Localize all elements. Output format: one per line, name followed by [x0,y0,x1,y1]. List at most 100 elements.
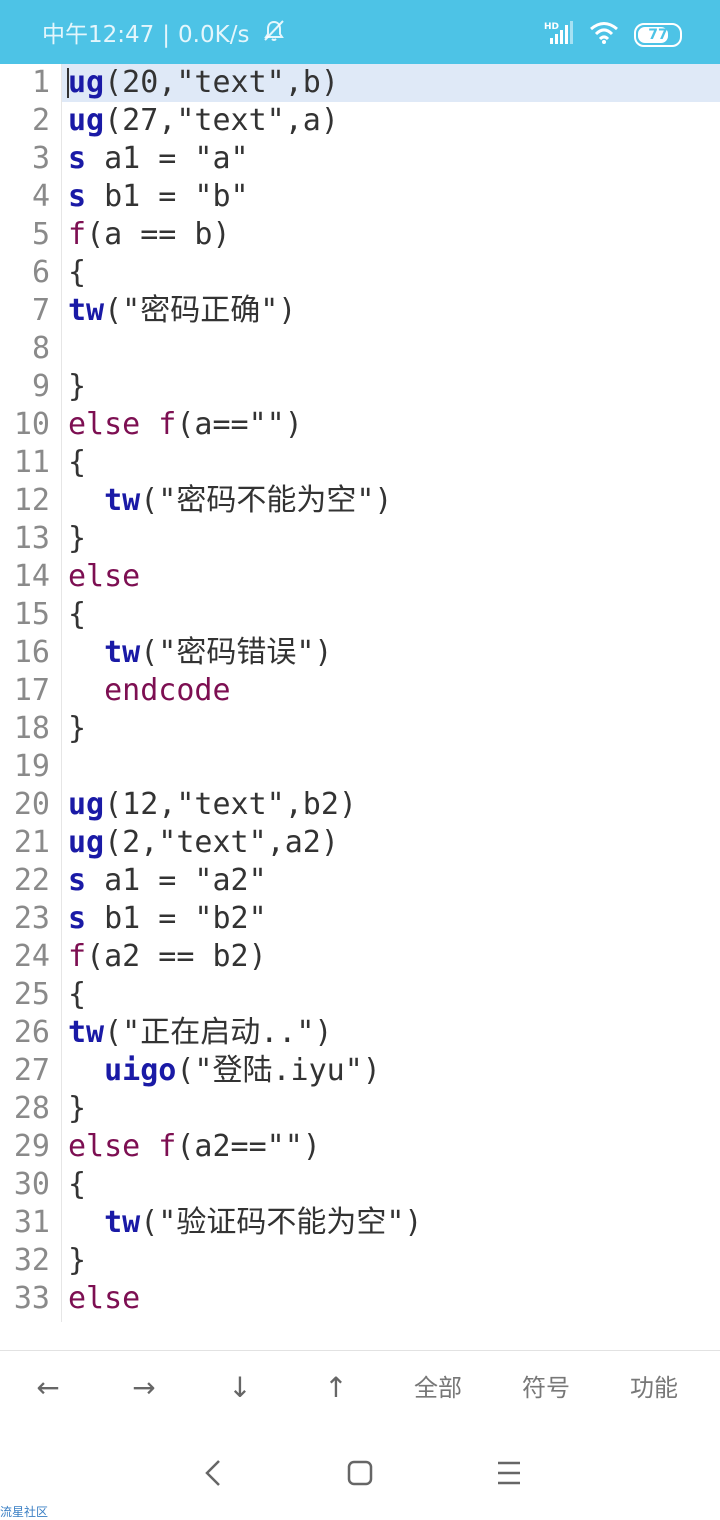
code-token: } [68,369,87,404]
signal-icon: HD [544,20,574,50]
line-number: 10 [13,407,50,442]
code-line[interactable]: 21 ug(2,"text",a2) [0,824,720,862]
code-token: (a=="") [176,407,303,442]
line-number: 25 [13,977,50,1012]
code-line[interactable]: 30 { [0,1166,720,1204]
code-keyword: s [68,141,87,176]
code-keyword: else [68,559,141,594]
code-token: ("密码正确") [104,293,297,328]
move-right-button[interactable]: → [96,1351,192,1425]
code-token: b1 = "b2" [86,901,267,936]
line-number: 11 [13,445,50,480]
code-keyword: tw [68,1015,105,1050]
code-line[interactable]: 10 else f(a=="") [0,406,720,444]
code-line[interactable]: 23 s b1 = "b2" [0,900,720,938]
status-separator: | [162,22,171,48]
code-line[interactable]: 11 { [0,444,720,482]
functions-button[interactable]: 功能 [600,1351,708,1425]
code-token: a1 = "a" [86,141,249,176]
code-line[interactable]: 8 [0,330,720,368]
code-line[interactable]: 20 ug(12,"text",b2) [0,786,720,824]
home-square-icon[interactable] [340,1453,380,1493]
code-keyword: endcode [104,673,231,708]
code-line[interactable]: 17 endcode [0,672,720,710]
code-text: tw("密码不能为空") [68,482,392,520]
line-number: 23 [13,901,50,936]
code-line[interactable]: 12 tw("密码不能为空") [0,482,720,520]
code-text: } [68,368,86,406]
code-text: } [68,520,86,558]
code-line[interactable]: 31 tw("验证码不能为空") [0,1204,720,1242]
code-line[interactable]: 19 [0,748,720,786]
code-line[interactable]: 13} [0,520,720,558]
code-line[interactable]: 29 else f(a2=="") [0,1128,720,1166]
code-text: tw("密码错误") [68,634,332,672]
menu-lines-icon[interactable] [489,1453,529,1493]
code-keyword: uigo [104,1053,177,1088]
status-time: 中午12:47 [42,22,155,48]
code-text: ug(27,"text",a) [68,102,339,140]
code-token: (12,"text",b2) [104,787,357,822]
code-line[interactable]: 28} [0,1090,720,1128]
code-token: (a2 == b2) [86,939,267,974]
code-line[interactable]: 18} [0,710,720,748]
symbols-button[interactable]: 符号 [492,1351,600,1425]
line-number: 29 [13,1129,50,1164]
code-line[interactable]: 9} [0,368,720,406]
line-number: 24 [13,939,50,974]
code-text: { [68,1166,86,1204]
code-line[interactable]: 15 { [0,596,720,634]
line-number: 7 [31,293,50,328]
select-all-button[interactable]: 全部 [384,1351,492,1425]
code-text: { [68,976,86,1014]
line-number: 22 [13,863,50,898]
code-text: { [68,596,86,634]
code-text: s a1 = "a" [68,140,249,178]
code-line[interactable]: 5 f(a == b) [0,216,720,254]
line-number: 3 [31,141,50,176]
net-speed: 0.0K/s [178,22,250,48]
code-line[interactable]: 1 ug(20,"text",b) [0,64,720,102]
move-up-button[interactable]: ↑ [288,1351,384,1425]
line-number: 28 [13,1091,50,1126]
code-token: a1 = "a2" [86,863,267,898]
code-token: { [68,597,87,632]
code-line[interactable]: 14 else [0,558,720,596]
code-keyword: else f [68,1129,177,1164]
code-token: { [68,255,87,290]
code-line[interactable]: 7 tw("密码正确") [0,292,720,330]
code-text: f(a == b) [68,216,231,254]
code-line[interactable]: 24 f(a2 == b2) [0,938,720,976]
line-number: 6 [31,255,50,290]
code-keyword: else f [68,407,177,442]
code-token: (20,"text",b) [104,65,339,100]
code-line[interactable]: 27 uigo("登陆.iyu") [0,1052,720,1090]
code-line[interactable]: 2 ug(27,"text",a) [0,102,720,140]
code-line[interactable]: 32} [0,1242,720,1280]
line-number: 30 [13,1167,50,1202]
code-text: tw("正在启动..") [68,1014,333,1052]
code-line[interactable]: 16 tw("密码错误") [0,634,720,672]
code-line[interactable]: 33 else [0,1280,720,1318]
code-keyword: f [68,217,87,252]
line-number: 1 [31,65,50,100]
code-text: } [68,1090,86,1128]
code-text: s b1 = "b2" [68,900,267,938]
code-line[interactable]: 26 tw("正在启动..") [0,1014,720,1052]
line-number: 33 [13,1281,50,1316]
code-line[interactable]: 6{ [0,254,720,292]
move-left-button[interactable]: ← [0,1351,96,1425]
code-line[interactable]: 25 { [0,976,720,1014]
system-nav-bar [0,1425,720,1520]
move-down-button[interactable]: ↓ [192,1351,288,1425]
code-line[interactable]: 22 s a1 = "a2" [0,862,720,900]
code-line[interactable]: 4s b1 = "b" [0,178,720,216]
code-token: } [68,1243,87,1278]
back-chevron-icon[interactable] [194,1453,234,1493]
code-token: (a == b) [86,217,231,252]
code-token: } [68,521,87,556]
line-number: 17 [13,673,50,708]
code-token: b1 = "b" [86,179,249,214]
code-editor[interactable]: 1 ug(20,"text",b) 2 ug(27,"text",a) 3 s a1 = … [0,64,720,1322]
code-line[interactable]: 3s a1 = "a" [0,140,720,178]
